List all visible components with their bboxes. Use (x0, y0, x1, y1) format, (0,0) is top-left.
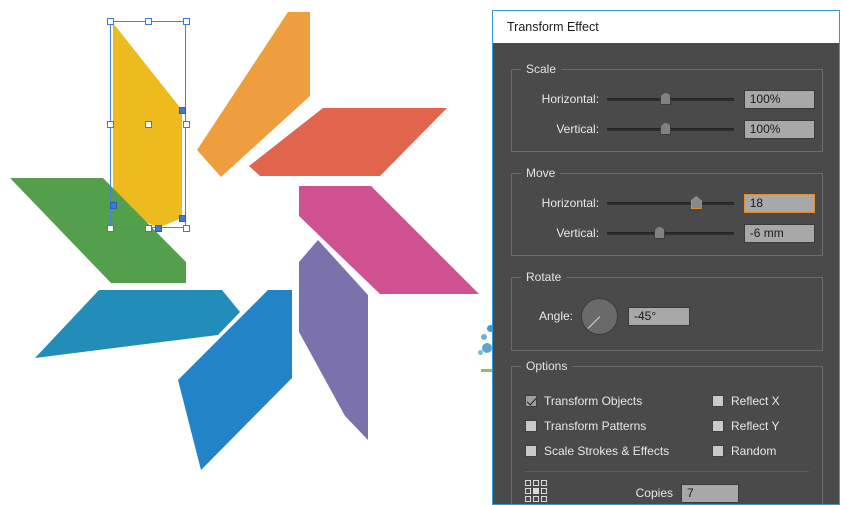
slider-track (607, 231, 734, 235)
selection-handle[interactable] (144, 121, 152, 128)
illustrator-canvas[interactable] (0, 0, 493, 505)
artwork-group (10, 12, 479, 470)
checkbox-reflect-x[interactable]: Reflect X (712, 394, 780, 408)
rotate-group-label: Rotate (521, 270, 567, 284)
path-anchor-point[interactable] (154, 224, 162, 232)
scale-group-label: Scale (521, 62, 562, 76)
slider-thumb[interactable] (690, 196, 702, 209)
move-horizontal-row: Horizontal: 18 (523, 193, 816, 213)
refpoint-cell[interactable] (533, 480, 539, 486)
path-anchor-point[interactable] (178, 106, 186, 114)
scale-horizontal-row: Horizontal: 100% (523, 89, 816, 109)
artwork-shape-teal[interactable] (35, 290, 240, 358)
checkbox-reflect-y[interactable]: Reflect Y (712, 419, 779, 433)
rotate-angle-field[interactable]: -45° (628, 306, 690, 326)
checkbox-label: Random (731, 444, 777, 458)
canvas-stray-mark (481, 334, 487, 340)
dial-needle (587, 316, 600, 329)
scale-vertical-row: Vertical: 100% (523, 119, 816, 139)
selection-handle[interactable] (106, 17, 114, 25)
move-group-label: Move (521, 166, 561, 180)
checkbox-label: Scale Strokes & Effects (544, 444, 670, 458)
refpoint-cell[interactable] (525, 480, 531, 486)
selection-handle[interactable] (144, 224, 152, 232)
reference-point-grid-icon[interactable] (525, 480, 547, 502)
selection-handle[interactable] (182, 17, 190, 25)
checkbox-box[interactable] (712, 445, 724, 457)
move-horizontal-slider[interactable] (607, 194, 734, 212)
move-vertical-field[interactable]: -6 mm (743, 223, 816, 243)
refpoint-cell-center[interactable] (533, 488, 539, 494)
slider-thumb[interactable] (660, 122, 672, 135)
scale-horizontal-label: Horizontal: (541, 92, 600, 106)
scale-horizontal-field[interactable]: 100% (743, 89, 816, 109)
copies-row: Copies 7 (625, 483, 805, 503)
dialog-title: Transform Effect (507, 20, 599, 34)
path-anchor-point[interactable] (109, 201, 117, 209)
scale-vertical-field[interactable]: 100% (743, 119, 816, 139)
checkbox-scale-strokes-effects[interactable]: Scale Strokes & Effects (525, 444, 669, 458)
copies-field[interactable]: 7 (681, 483, 739, 503)
dialog-titlebar: Transform Effect (493, 11, 839, 43)
checkbox-random[interactable]: Random (712, 444, 776, 458)
checkbox-label: Reflect X (731, 394, 780, 408)
checkbox-box[interactable] (712, 420, 724, 432)
checkbox-box[interactable] (525, 420, 537, 432)
dialog-body: Scale Horizontal: 100% Vertical: 100% Mo… (493, 43, 839, 504)
checkbox-box[interactable] (712, 395, 724, 407)
scale-horizontal-slider[interactable] (607, 90, 734, 108)
selection-handle[interactable] (182, 224, 190, 232)
transform-effect-dialog[interactable]: Transform Effect Scale Horizontal: 100% … (492, 10, 840, 505)
rotate-angle-dial[interactable] (581, 297, 618, 335)
copies-label: Copies (635, 486, 673, 500)
selection-handle[interactable] (144, 17, 152, 25)
move-vertical-row: Vertical: -6 mm (523, 223, 816, 243)
scale-vertical-slider[interactable] (607, 120, 734, 138)
canvas-stray-mark (481, 369, 492, 372)
rotate-angle-label: Angle: (538, 309, 573, 323)
refpoint-cell[interactable] (533, 496, 539, 502)
checkbox-label: Transform Patterns (544, 419, 647, 433)
checkbox-transform-objects[interactable]: Transform Objects (525, 394, 642, 408)
canvas-stray-mark (478, 350, 483, 355)
refpoint-cell[interactable] (541, 480, 547, 486)
move-group: Move (511, 166, 823, 256)
refpoint-cell[interactable] (525, 496, 531, 502)
canvas-stray-mark (482, 343, 492, 353)
rotate-angle-row: Angle: -45° (523, 295, 815, 337)
refpoint-cell[interactable] (525, 488, 531, 494)
path-anchor-point[interactable] (178, 214, 186, 222)
checkbox-box[interactable] (525, 395, 537, 407)
checkbox-label: Reflect Y (731, 419, 780, 433)
slider-track (607, 201, 734, 205)
selection-handle[interactable] (182, 121, 190, 128)
move-horizontal-label: Horizontal: (541, 196, 600, 210)
checkbox-transform-patterns[interactable]: Transform Patterns (525, 419, 646, 433)
slider-thumb[interactable] (653, 226, 665, 239)
scale-group: Scale (511, 62, 823, 152)
move-vertical-label: Vertical: (556, 226, 600, 240)
refpoint-cell[interactable] (541, 496, 547, 502)
options-group-label: Options (521, 359, 573, 373)
options-divider (525, 471, 809, 472)
checkbox-box[interactable] (525, 445, 537, 457)
move-horizontal-field[interactable]: 18 (743, 193, 816, 213)
checkbox-label: Transform Objects (544, 394, 643, 408)
selection-handle[interactable] (106, 224, 114, 232)
scale-vertical-label: Vertical: (556, 122, 600, 136)
slider-thumb[interactable] (660, 92, 672, 105)
refpoint-cell[interactable] (541, 488, 547, 494)
selection-handle[interactable] (106, 121, 114, 128)
move-vertical-slider[interactable] (607, 224, 734, 242)
